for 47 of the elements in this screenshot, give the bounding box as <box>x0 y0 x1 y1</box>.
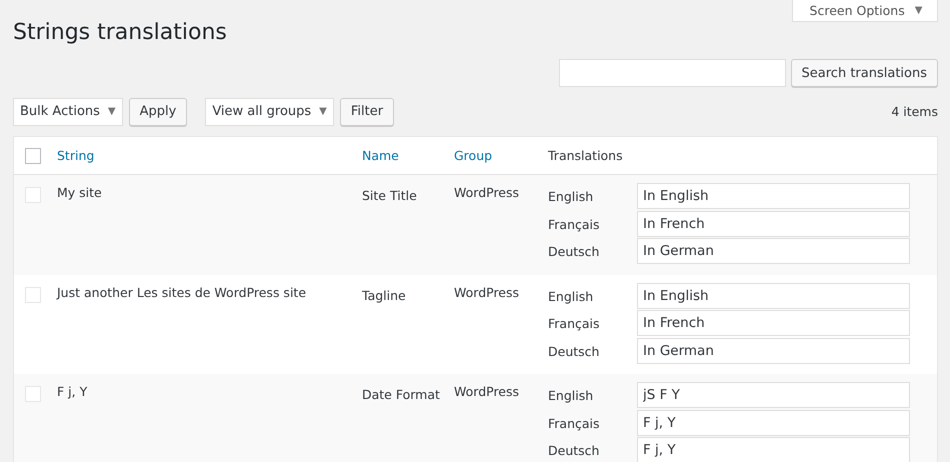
name-cell-text: Site Title <box>362 187 418 205</box>
translation-field[interactable]: In German <box>637 238 910 264</box>
column-sort-link[interactable]: Name <box>362 148 399 163</box>
name-cell-text: Tagline <box>362 286 407 305</box>
group-filter-dropdown[interactable]: View all groups ▼ <box>205 98 334 126</box>
search-field[interactable] <box>558 59 786 87</box>
group-cell-text: WordPress <box>454 284 520 300</box>
name-cell-text: Date Format <box>362 386 441 404</box>
translation-field[interactable]: F j, Y <box>637 437 910 462</box>
dropdown-arrow-icon: ▼ <box>914 5 922 16</box>
language-label: Deutsch <box>548 344 600 358</box>
column-header: Translations <box>548 148 623 163</box>
string-cell-text: F j, Y <box>57 383 88 399</box>
language-label: English <box>548 189 594 204</box>
row-checkbox[interactable] <box>25 386 41 402</box>
apply-button[interactable]: Apply <box>128 98 188 126</box>
translation-field[interactable]: In French <box>637 210 910 236</box>
screen-options-button[interactable]: Screen Options ▼ <box>792 0 938 22</box>
bulk-actions-dropdown[interactable]: Bulk Actions ▼ <box>13 98 123 126</box>
group-cell-text: WordPress <box>454 383 520 399</box>
dropdown-arrow-icon: ▼ <box>319 106 327 117</box>
column-sort-link[interactable]: String <box>57 148 94 163</box>
language-label: English <box>548 288 594 304</box>
language-label: Deutsch <box>548 443 600 458</box>
select-all-checkbox[interactable] <box>25 148 41 164</box>
translation-field[interactable]: jS F Y <box>637 382 910 408</box>
language-label: Français <box>548 416 600 430</box>
column-sort-link[interactable]: Group <box>454 148 492 163</box>
item-count: 4 items <box>891 104 938 119</box>
string-cell-text: My site <box>57 184 103 200</box>
translation-field[interactable]: F j, Y <box>637 410 910 436</box>
language-label: Français <box>548 216 600 232</box>
translation-field[interactable]: In English <box>637 282 910 308</box>
language-label: Deutsch <box>548 244 600 259</box>
language-label: English <box>548 388 594 403</box>
filter-button[interactable]: Filter <box>340 98 394 126</box>
group-cell-text: WordPress <box>454 184 520 200</box>
translation-field[interactable]: In English <box>637 183 910 209</box>
page-title: Strings translations <box>13 19 227 47</box>
dropdown-arrow-icon: ▼ <box>108 106 116 117</box>
string-cell-text: Just another Les sites de WordPress site <box>57 284 308 300</box>
row-checkbox[interactable] <box>25 286 41 302</box>
row-checkbox[interactable] <box>25 187 41 203</box>
translation-field[interactable]: In German <box>637 338 910 364</box>
search-button[interactable]: Search translations <box>790 59 938 87</box>
translation-field[interactable]: In French <box>637 310 910 336</box>
language-label: Français <box>548 316 600 331</box>
